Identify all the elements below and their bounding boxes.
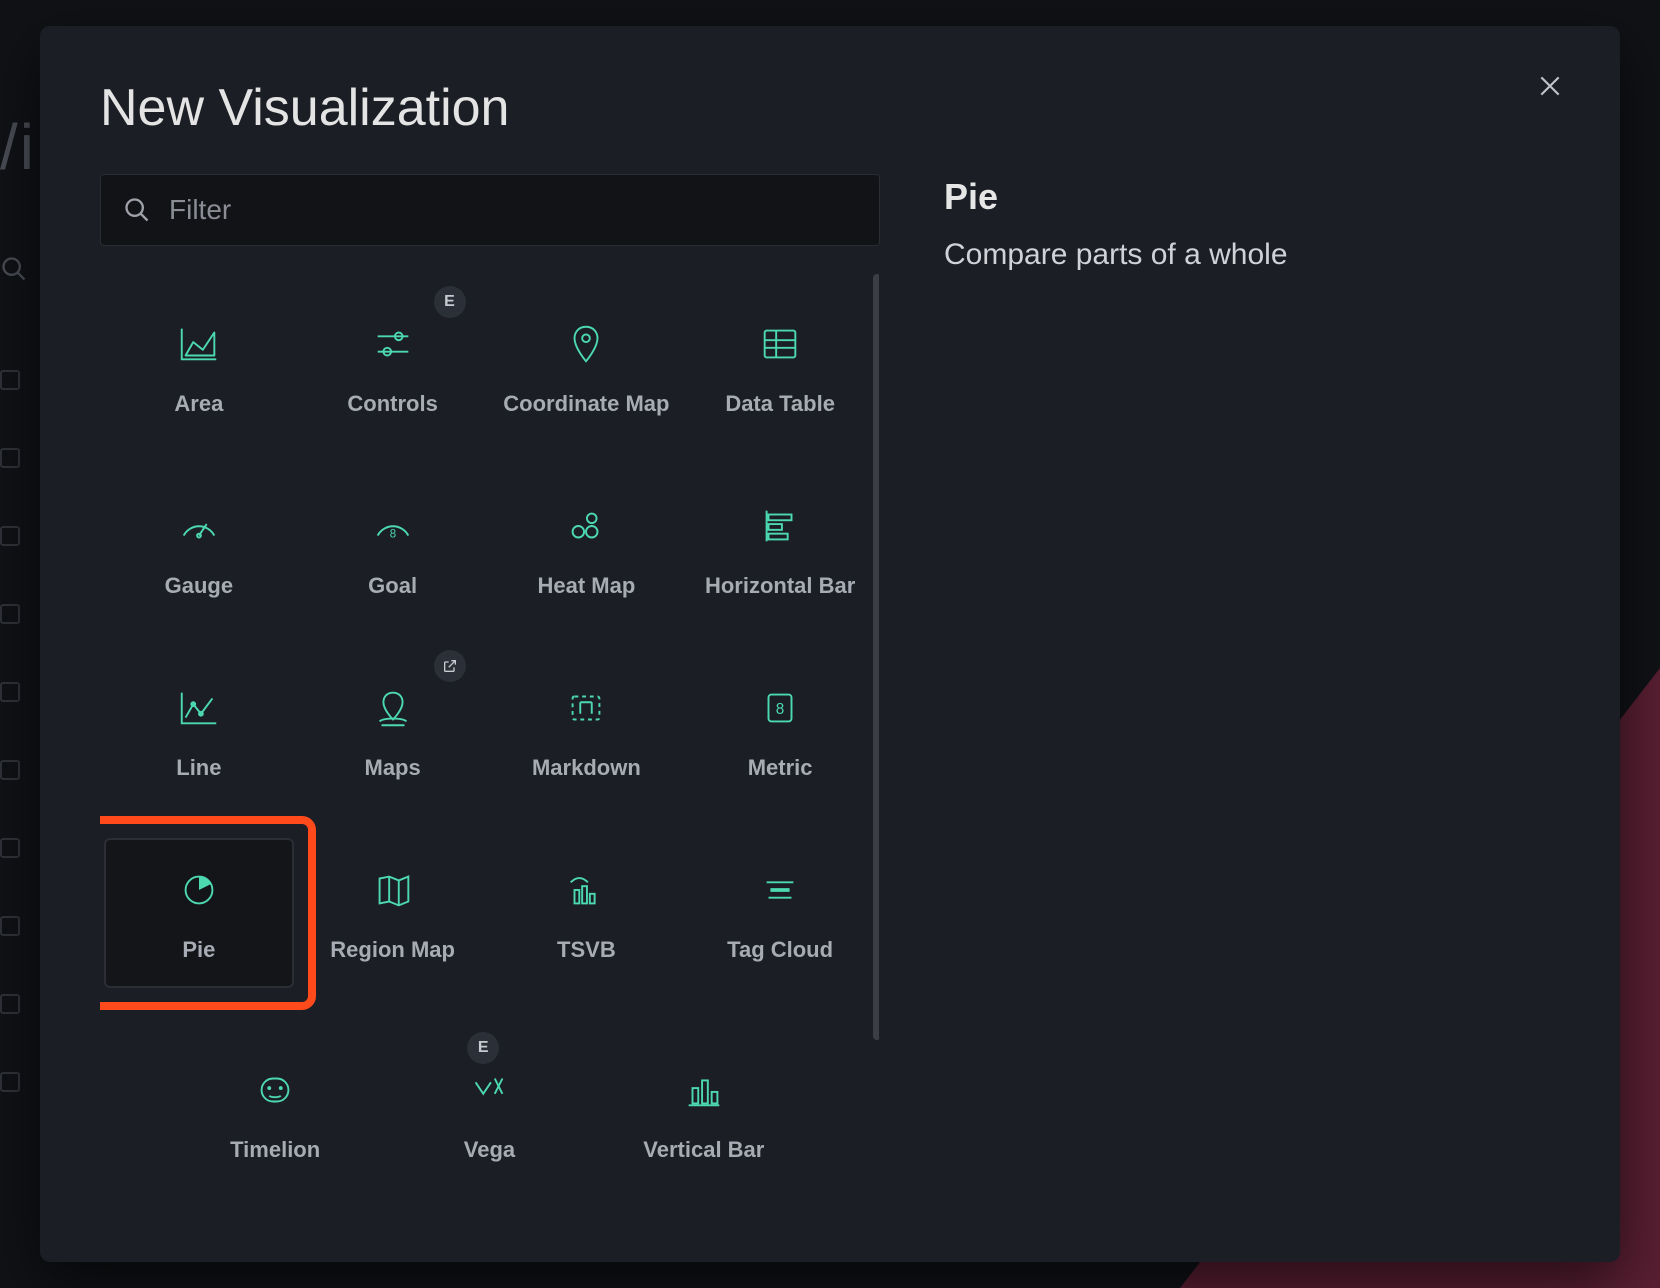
- close-button[interactable]: [1530, 66, 1570, 106]
- viz-item-heat-map[interactable]: Heat Map: [492, 474, 682, 624]
- viz-item-markdown[interactable]: Markdown: [492, 656, 682, 806]
- detail-description: Compare parts of a whole: [944, 238, 1560, 272]
- viz-item-label: Vega: [464, 1136, 515, 1164]
- viz-item-label: Timelion: [230, 1136, 320, 1164]
- data-table-icon: [757, 316, 803, 372]
- viz-item-label: Line: [176, 754, 221, 782]
- viz-item-controls[interactable]: ControlsE: [298, 292, 488, 442]
- background-search-icon: [0, 255, 28, 283]
- viz-item-goal[interactable]: Goal: [298, 474, 488, 624]
- viz-item-coordinate-map[interactable]: Coordinate Map: [492, 292, 682, 442]
- maps-icon: [370, 680, 416, 736]
- markdown-icon: [563, 680, 609, 736]
- metric-icon: [757, 680, 803, 736]
- close-icon: [1537, 73, 1563, 99]
- viz-item-data-table[interactable]: Data Table: [685, 292, 875, 442]
- viz-item-label: Coordinate Map: [503, 390, 669, 418]
- viz-item-label: Data Table: [725, 390, 835, 418]
- viz-item-maps[interactable]: Maps: [298, 656, 488, 806]
- viz-item-vertical-bar[interactable]: Vertical Bar: [637, 1038, 770, 1188]
- pie-icon: [176, 862, 222, 918]
- viz-item-label: TSVB: [557, 936, 616, 964]
- viz-item-vega[interactable]: VegaE: [458, 1038, 521, 1188]
- viz-item-label: Region Map: [330, 936, 455, 964]
- gauge-icon: [176, 498, 222, 554]
- heat-map-icon: [563, 498, 609, 554]
- viz-grid-wrap: AreaControlsECoordinate MapData TableGau…: [100, 274, 880, 1208]
- experimental-badge: E: [434, 286, 466, 318]
- viz-item-region-map[interactable]: Region Map: [298, 838, 488, 988]
- detail-title: Pie: [944, 176, 1560, 218]
- vertical-bar-icon: [681, 1062, 727, 1118]
- filter-box[interactable]: [100, 174, 880, 246]
- viz-item-gauge[interactable]: Gauge: [104, 474, 294, 624]
- tsvb-icon: [563, 862, 609, 918]
- viz-item-line[interactable]: Line: [104, 656, 294, 806]
- viz-item-label: Markdown: [532, 754, 641, 782]
- viz-item-label: Vertical Bar: [643, 1136, 764, 1164]
- viz-item-label: Goal: [368, 572, 417, 600]
- tag-cloud-icon: [757, 862, 803, 918]
- modal-title: New Visualization: [100, 78, 1560, 138]
- viz-item-label: Pie: [182, 936, 215, 964]
- viz-item-label: Metric: [748, 754, 813, 782]
- new-visualization-modal: New Visualization AreaControlsECoordinat…: [40, 26, 1620, 1262]
- viz-item-horizontal-bar[interactable]: Horizontal Bar: [685, 474, 875, 624]
- detail-panel: Pie Compare parts of a whole: [928, 174, 1560, 1208]
- viz-item-area[interactable]: Area: [104, 292, 294, 442]
- line-icon: [176, 680, 222, 736]
- viz-item-metric[interactable]: Metric: [685, 656, 875, 806]
- timelion-icon: [252, 1062, 298, 1118]
- viz-item-label: Gauge: [165, 572, 233, 600]
- external-link-badge: [434, 650, 466, 682]
- filter-input[interactable]: [169, 194, 857, 226]
- background-checkboxes: [0, 370, 20, 1150]
- goal-icon: [370, 498, 416, 554]
- coordinate-map-icon: [563, 316, 609, 372]
- viz-item-label: Heat Map: [537, 572, 635, 600]
- viz-item-label: Controls: [347, 390, 437, 418]
- search-icon: [123, 196, 151, 224]
- viz-item-tsvb[interactable]: TSVB: [492, 838, 682, 988]
- viz-item-label: Tag Cloud: [727, 936, 833, 964]
- experimental-badge: E: [467, 1032, 499, 1064]
- viz-item-tag-cloud[interactable]: Tag Cloud: [685, 838, 875, 988]
- viz-item-label: Maps: [365, 754, 421, 782]
- area-icon: [176, 316, 222, 372]
- controls-icon: [370, 316, 416, 372]
- viz-item-pie[interactable]: Pie: [104, 838, 294, 988]
- vega-icon: [466, 1062, 512, 1118]
- horizontal-bar-icon: [757, 498, 803, 554]
- viz-item-timelion[interactable]: Timelion: [224, 1038, 326, 1188]
- region-map-icon: [370, 862, 416, 918]
- viz-item-label: Horizontal Bar: [705, 572, 855, 600]
- background-text: /i: [0, 110, 36, 184]
- viz-item-label: Area: [174, 390, 223, 418]
